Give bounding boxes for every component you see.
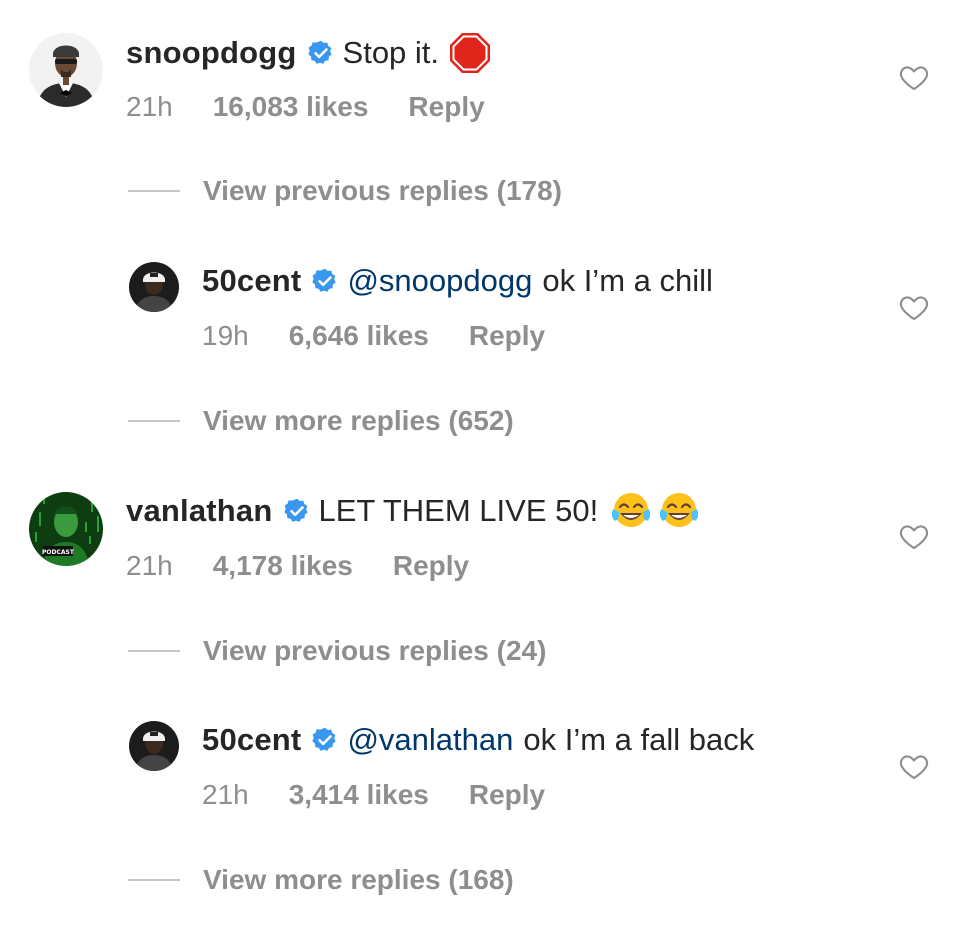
username[interactable]: 50cent [202,720,301,760]
view-more-replies[interactable]: View more replies (168) [128,864,514,896]
likes-count[interactable]: 16,083 likes [213,89,369,125]
comment-line: snoopdogg Stop it. [126,32,491,74]
verified-badge-icon [311,267,339,295]
mention-link[interactable]: @snoopdogg [347,261,532,301]
comment-text: Stop it. [342,35,440,70]
divider-line [128,190,180,192]
likes-count[interactable]: 4,178 likes [213,548,353,584]
comment-text: ok I’m a fall back [523,722,755,757]
comment-meta: 21h 4,178 likes Reply [126,548,469,584]
timestamp: 21h [126,91,173,122]
tears-of-joy-icon [658,491,700,531]
verified-badge-icon [311,726,339,754]
reply-button[interactable]: Reply [469,777,545,813]
verified-badge-icon [307,39,335,67]
avatar-vanlathan[interactable]: PODCAST [29,492,103,566]
timestamp: 21h [126,550,173,581]
divider-line [128,420,180,422]
divider-line [128,879,180,881]
view-replies-label[interactable]: View previous replies (24) [203,635,546,667]
verified-badge-icon [283,497,311,525]
view-replies-label[interactable]: View previous replies (178) [203,175,562,207]
comment-text: LET THEM LIVE 50! [318,493,599,528]
like-heart-icon[interactable] [898,61,930,93]
likes-count[interactable]: 6,646 likes [289,318,429,354]
reply-button[interactable]: Reply [393,548,469,584]
divider-line [128,650,180,652]
podcast-logo-text: PODCAST [42,549,75,556]
stop-sign-icon [449,32,491,74]
reply-button[interactable]: Reply [408,89,484,125]
view-previous-replies[interactable]: View previous replies (178) [128,175,562,207]
comment-line: vanlathan LET THEM LIVE 50! [126,491,700,531]
tears-of-joy-icon [610,491,652,531]
comment-line: 50cent @vanlathan ok I’m a fall back [202,720,754,760]
timestamp: 21h [202,779,249,810]
avatar-50cent[interactable] [129,262,179,312]
mention-link[interactable]: @vanlathan [347,720,513,760]
avatar-snoopdogg[interactable] [29,33,103,107]
view-replies-label[interactable]: View more replies (652) [203,405,514,437]
comment-meta: 19h 6,646 likes Reply [202,318,545,354]
view-more-replies[interactable]: View more replies (652) [128,405,514,437]
like-heart-icon[interactable] [898,520,930,552]
comment-text: ok I’m a chill [542,263,713,298]
view-replies-label[interactable]: View more replies (168) [203,864,514,896]
username[interactable]: snoopdogg [126,33,297,73]
avatar-50cent[interactable] [129,721,179,771]
comment-line: 50cent @snoopdogg ok I’m a chill [202,261,713,301]
timestamp: 19h [202,320,249,351]
likes-count[interactable]: 3,414 likes [289,777,429,813]
comment-meta: 21h 16,083 likes Reply [126,89,485,125]
like-heart-icon[interactable] [898,750,930,782]
reply-button[interactable]: Reply [469,318,545,354]
like-heart-icon[interactable] [898,291,930,323]
view-previous-replies[interactable]: View previous replies (24) [128,635,546,667]
username[interactable]: vanlathan [126,491,273,531]
username[interactable]: 50cent [202,261,301,301]
comment-meta: 21h 3,414 likes Reply [202,777,545,813]
